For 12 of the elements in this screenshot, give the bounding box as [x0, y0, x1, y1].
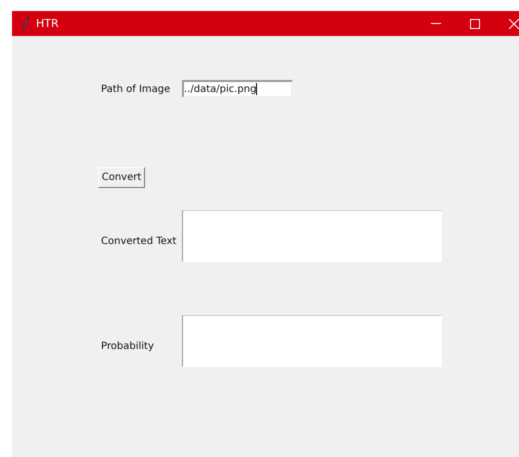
convert-button[interactable]: Convert — [98, 167, 145, 188]
field-label: Probability — [100, 340, 155, 352]
field-label: Converted Text — [100, 234, 178, 246]
maximize-icon[interactable] — [470, 18, 480, 28]
window-title: HTR — [36, 17, 59, 30]
text-area[interactable] — [182, 210, 442, 262]
close-icon[interactable] — [509, 18, 519, 28]
field-label: Path of Image — [100, 84, 172, 94]
path-input-field[interactable]: ../data/pic.png — [182, 80, 293, 98]
text-area[interactable] — [182, 315, 442, 367]
feather-icon — [22, 16, 30, 30]
minimize-icon[interactable] — [431, 23, 441, 24]
